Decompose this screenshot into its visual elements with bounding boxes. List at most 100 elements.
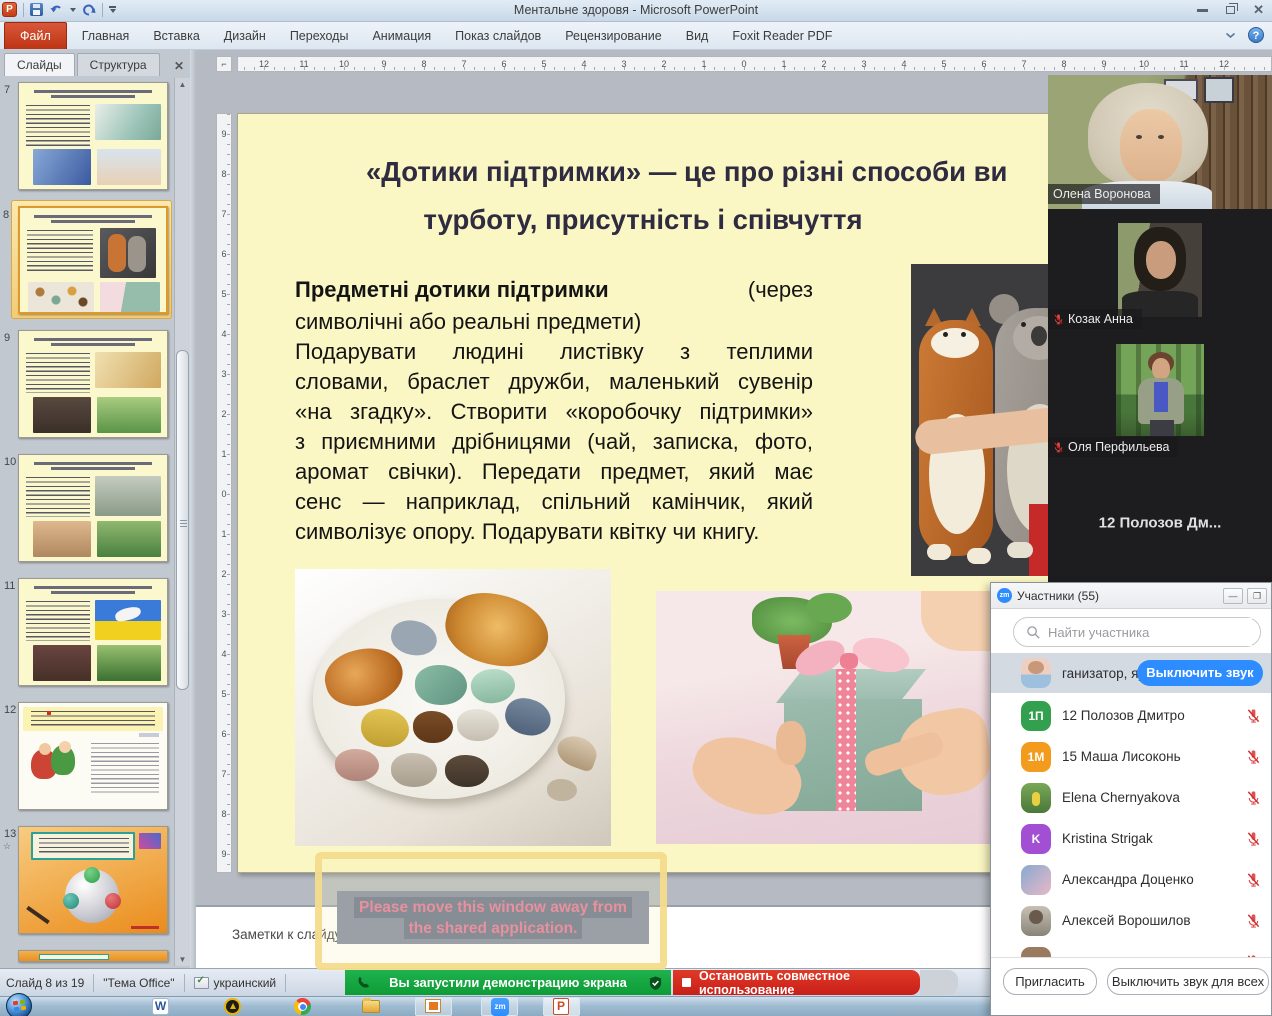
tab-view[interactable]: Вид	[674, 23, 721, 49]
participant-row[interactable]: Elena Chernyakova	[991, 777, 1271, 818]
undo-icon[interactable]	[49, 3, 64, 16]
save-icon[interactable]	[30, 3, 43, 16]
participants-minimize-button[interactable]: —	[1223, 588, 1243, 604]
muted-mic-icon	[1053, 441, 1064, 453]
slide-thumbnail-12[interactable]: 12	[18, 702, 168, 810]
restore-button[interactable]	[1226, 6, 1235, 14]
tab-slides[interactable]: Слайды	[4, 53, 75, 76]
animation-indicator-icon: ☆	[3, 841, 11, 852]
tab-transitions[interactable]: Переходы	[278, 23, 361, 49]
close-button[interactable]: ✕	[1253, 4, 1264, 15]
search-input[interactable]	[1048, 618, 1252, 646]
explorer-taskbar-icon[interactable]	[362, 997, 380, 1013]
close-panel-icon[interactable]: ✕	[167, 56, 191, 76]
slide-thumbnail-7[interactable]: 7	[18, 82, 168, 190]
sidebar-scrollbar[interactable]: ▲ ▼	[174, 78, 190, 966]
powerpoint-window: P Ментальне здоровя - Microsoft PowerPoi…	[0, 0, 1272, 1016]
slide-thumbnail-partial[interactable]	[18, 950, 168, 962]
zoom-taskbar-icon[interactable]: zm	[491, 998, 509, 1016]
video-name-label: 12 Полозов Дм...	[1048, 514, 1272, 531]
slide-thumbnail-11[interactable]: 11	[18, 578, 168, 686]
tab-slideshow[interactable]: Показ слайдов	[443, 23, 553, 49]
muted-mic-icon	[1246, 708, 1261, 723]
slide-indicator: Слайд 8 из 19	[6, 976, 84, 990]
word-taskbar-icon[interactable]: W	[152, 998, 169, 1015]
avatar: 1П	[1021, 701, 1051, 731]
tab-insert[interactable]: Вставка	[141, 23, 211, 49]
tab-review[interactable]: Рецензирование	[553, 23, 674, 49]
participant-row[interactable]: Алексей Ворошилов	[991, 900, 1271, 941]
powerpoint-logo-icon[interactable]: P	[2, 2, 17, 17]
undo-dropdown-icon[interactable]	[70, 8, 76, 12]
participant-search[interactable]	[1013, 617, 1261, 647]
slideshow-taskbar-icon[interactable]	[425, 998, 441, 1013]
stop-share-label: Остановить совместное использование	[699, 969, 920, 997]
tab-file[interactable]: Файл	[4, 22, 67, 49]
zoom-floating-window[interactable]: Please move this window away from the sh…	[315, 852, 667, 970]
tab-foxit[interactable]: Foxit Reader PDF	[720, 23, 844, 49]
participants-restore-button[interactable]: ❐	[1247, 588, 1267, 604]
muted-mic-icon	[1246, 872, 1261, 887]
participant-row[interactable]	[991, 941, 1271, 957]
title-bar: P Ментальне здоровя - Microsoft PowerPoi…	[0, 0, 1272, 22]
avatar	[1021, 783, 1051, 813]
tab-home[interactable]: Главная	[70, 23, 142, 49]
shield-icon[interactable]	[648, 975, 663, 991]
participant-row[interactable]: 1П 12 Полозов Дмитро	[991, 695, 1271, 736]
avatar: K	[1021, 824, 1051, 854]
zoom-video-strip: Олена Воронова Козак Анна	[1048, 75, 1272, 583]
ribbon-tab-row: Файл Главная Вставка Дизайн Переходы Ани…	[0, 22, 1272, 50]
gift-image	[656, 591, 991, 844]
participant-row[interactable]: 1M 15 Маша Лисоконь	[991, 736, 1271, 777]
stones-image	[295, 569, 611, 846]
mute-button[interactable]: Выключить звук	[1137, 660, 1263, 686]
video-tile-4[interactable]: 12 Полозов Дм...	[1048, 462, 1272, 583]
tab-outline[interactable]: Структура	[77, 53, 160, 76]
powerpoint-taskbar-icon[interactable]: P	[553, 998, 569, 1015]
antivirus-taskbar-icon[interactable]	[224, 998, 241, 1015]
share-banner-text: Вы запустили демонстрацию экрана	[389, 975, 627, 990]
redo-icon[interactable]	[82, 3, 96, 16]
participants-window: zm Участники (55) — ❐ ганизатор, я) Выкл…	[990, 582, 1272, 1016]
slide-thumbnail-10[interactable]: 10	[18, 454, 168, 562]
participants-titlebar[interactable]: zm Участники (55) — ❐	[991, 583, 1271, 609]
participant-row[interactable]: K Kristina Strigak	[991, 818, 1271, 859]
video-tile-1[interactable]: Олена Воронова	[1048, 75, 1272, 209]
slide-number: 9	[4, 332, 10, 344]
minimize-button[interactable]	[1197, 8, 1208, 12]
tab-stop-selector[interactable]: ⌐	[216, 56, 232, 72]
zoom-warning-message: Please move this window away from the sh…	[337, 891, 649, 944]
chrome-taskbar-icon[interactable]	[294, 998, 311, 1015]
customize-qat-icon[interactable]	[109, 6, 116, 13]
tab-animations[interactable]: Анимация	[360, 23, 443, 49]
video-tile-2[interactable]: Козак Анна	[1048, 209, 1272, 334]
help-icon[interactable]: ?	[1248, 27, 1264, 43]
video-tile-3[interactable]: Оля Перфильева	[1048, 334, 1272, 462]
stop-share-button[interactable]: Остановить совместное использование	[673, 970, 920, 995]
participant-row-self[interactable]: ганизатор, я) Выключить звук	[991, 653, 1271, 693]
mute-all-button[interactable]: Выключить звук для всех	[1107, 968, 1269, 995]
slide-thumbnail-8[interactable]: 8	[18, 206, 168, 314]
tab-design[interactable]: Дизайн	[212, 23, 278, 49]
ruler-horizontal-numbers: 1211109876543210123456789101112	[244, 57, 1244, 71]
panel-splitter[interactable]	[190, 50, 196, 968]
language-indicator[interactable]: украинский	[214, 976, 277, 990]
divider	[102, 3, 103, 17]
participant-list: 1П 12 Полозов Дмитро 1M 15 Маша Лисоконь…	[991, 695, 1271, 957]
slide-number: 10	[4, 456, 16, 468]
ribbon-expand-chevron-icon[interactable]	[1225, 32, 1236, 39]
scroll-up-icon[interactable]: ▲	[177, 80, 188, 89]
ruler-horizontal: 1211109876543210123456789101112	[237, 56, 1272, 72]
avatar	[1021, 906, 1051, 936]
scroll-down-icon[interactable]: ▼	[177, 955, 188, 964]
slide-thumbnail-9[interactable]: 9	[18, 330, 168, 438]
scrollbar-thumb[interactable]	[176, 350, 189, 690]
spellcheck-icon[interactable]	[194, 977, 209, 989]
slide-number: 12	[4, 704, 16, 716]
slide-number: 8	[3, 209, 9, 221]
slide-thumbnail-13[interactable]: 13 ☆	[18, 826, 168, 934]
theme-indicator[interactable]: "Тема Office"	[103, 976, 174, 990]
participant-row[interactable]: Александра Доценко	[991, 859, 1271, 900]
start-button[interactable]	[6, 993, 32, 1016]
invite-button[interactable]: Пригласить	[1003, 968, 1097, 995]
